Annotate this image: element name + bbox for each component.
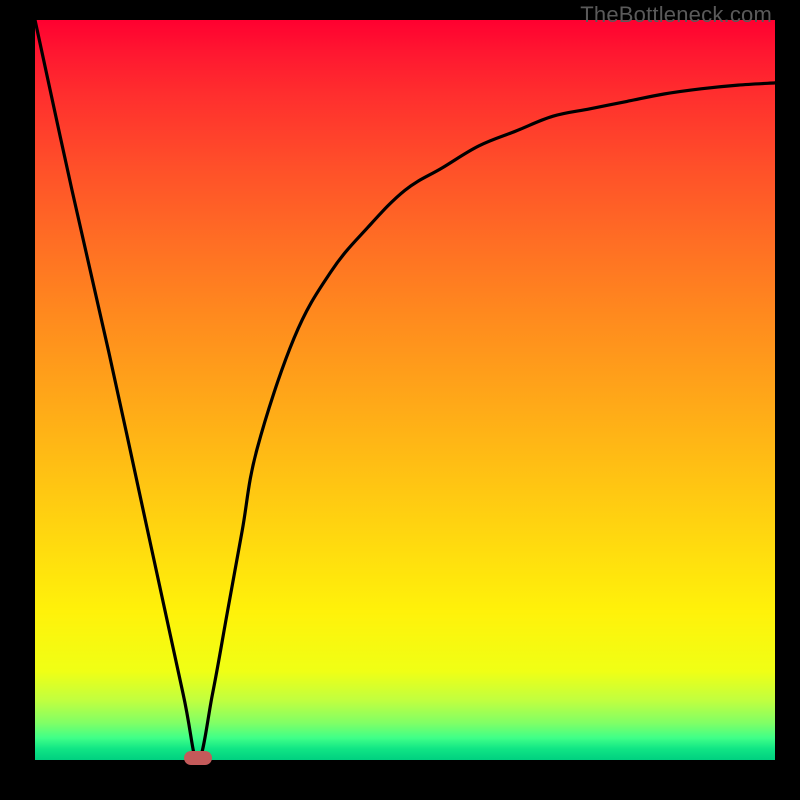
- optimum-marker: [184, 751, 212, 765]
- plot-area: [35, 20, 775, 760]
- bottleneck-curve: [35, 20, 775, 760]
- chart-stage: TheBottleneck.com: [0, 0, 800, 800]
- watermark-text: TheBottleneck.com: [580, 2, 772, 28]
